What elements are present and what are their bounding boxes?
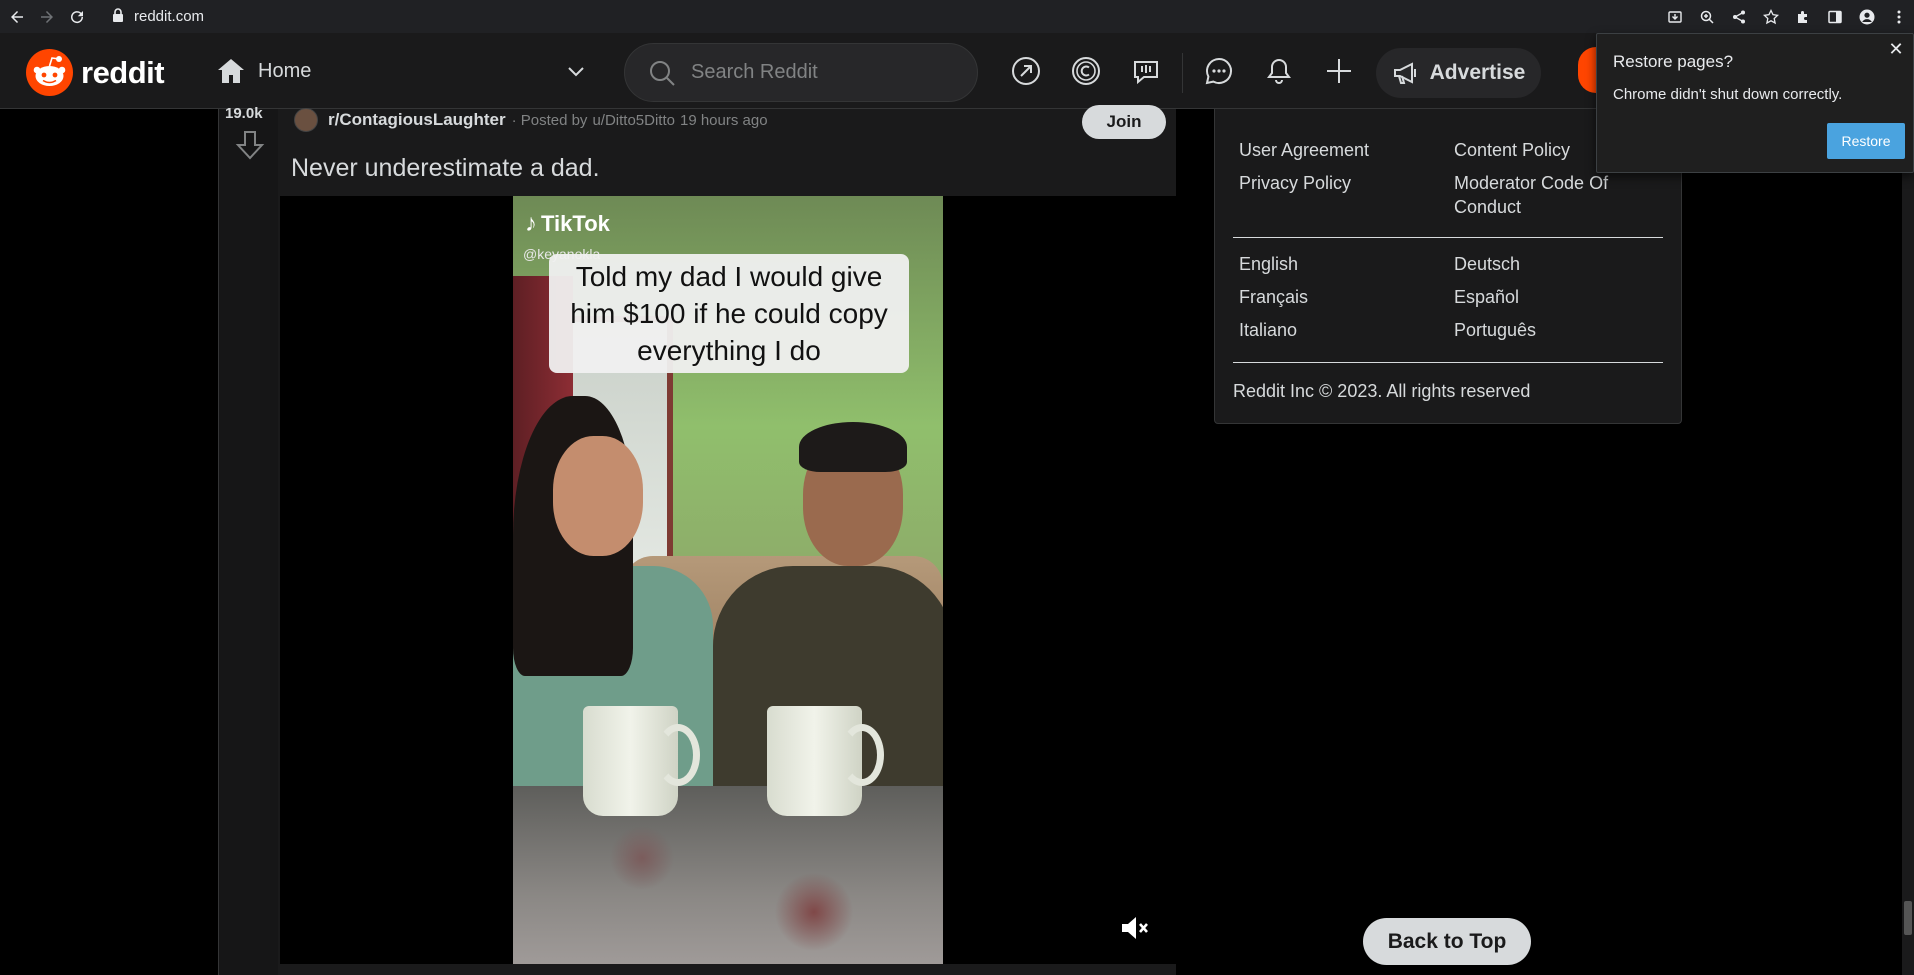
vote-column: 19.0k: [218, 105, 278, 975]
create-post-plus-icon[interactable]: [1321, 53, 1357, 89]
live-chat-icon[interactable]: [1128, 53, 1164, 89]
reload-icon[interactable]: [64, 4, 90, 30]
copyright-text: Reddit Inc © 2023. All rights reserved: [1233, 381, 1531, 401]
reddit-snoo-icon: [26, 49, 73, 96]
language-espanol[interactable]: Español: [1454, 285, 1669, 309]
browser-toolbar: reddit.com: [0, 0, 1914, 33]
user-agreement-link[interactable]: User Agreement: [1239, 138, 1454, 162]
search-icon: [650, 60, 675, 86]
restore-button[interactable]: Restore: [1827, 123, 1905, 159]
zoom-icon[interactable]: [1696, 6, 1718, 28]
language-links: English Deutsch Français Español Italian…: [1239, 252, 1669, 342]
back-icon[interactable]: [4, 4, 30, 30]
reddit-wordmark: reddit: [81, 54, 165, 90]
footer-divider: [1233, 362, 1663, 363]
side-panel-icon[interactable]: [1824, 6, 1846, 28]
join-button[interactable]: Join: [1082, 105, 1166, 139]
scrollbar-thumb[interactable]: [1904, 901, 1912, 935]
restore-title: Restore pages?: [1613, 52, 1734, 71]
advertise-button[interactable]: Advertise: [1376, 48, 1541, 98]
address-bar[interactable]: reddit.com: [112, 7, 205, 26]
back-to-top-button[interactable]: Back to Top: [1363, 918, 1531, 965]
menu-kebab-icon[interactable]: [1888, 6, 1910, 28]
bookmark-star-icon[interactable]: [1760, 6, 1782, 28]
install-icon[interactable]: [1664, 6, 1686, 28]
coins-icon[interactable]: [1068, 53, 1104, 89]
posted-by-label: · Posted by: [511, 111, 588, 129]
tiktok-watermark: ♪ TikTok: [525, 210, 610, 238]
post-meta: r/ContagiousLaughter · Posted by u/Ditto…: [294, 108, 768, 132]
chevron-down-icon: [568, 67, 584, 77]
video-mug-left: [583, 706, 700, 816]
video-mug-right: [767, 706, 884, 816]
url-text: reddit.com: [134, 8, 205, 25]
profile-icon[interactable]: [1856, 6, 1878, 28]
search-bar[interactable]: [624, 43, 978, 102]
video-player[interactable]: ♪ TikTok @keyanokla Told my dad I would …: [280, 196, 1176, 964]
video-table: [513, 786, 943, 964]
post-card[interactable]: r/ContagiousLaughter · Posted by u/Ditto…: [278, 105, 1176, 975]
reddit-logo[interactable]: reddit: [26, 49, 165, 96]
mute-icon[interactable]: [1118, 912, 1150, 944]
share-icon[interactable]: [1728, 6, 1750, 28]
extensions-icon[interactable]: [1792, 6, 1814, 28]
header-divider: [1182, 53, 1183, 93]
author-link[interactable]: u/Ditto5Ditto: [592, 112, 675, 129]
language-portugues[interactable]: Português: [1454, 318, 1669, 342]
tiktok-label: TikTok: [541, 211, 610, 236]
search-input[interactable]: [691, 61, 951, 84]
close-icon[interactable]: ✕: [1887, 40, 1905, 58]
community-selector[interactable]: Home: [216, 51, 586, 91]
language-italiano[interactable]: Italiano: [1239, 318, 1454, 342]
language-deutsch[interactable]: Deutsch: [1454, 252, 1669, 276]
video-person-girl-face: [553, 436, 643, 556]
chat-icon[interactable]: [1201, 53, 1237, 89]
home-icon: [218, 59, 244, 83]
forward-icon[interactable]: [34, 4, 60, 30]
footer-divider: [1233, 237, 1663, 238]
tiktok-icon: ♪: [525, 210, 537, 237]
moderator-code-link[interactable]: Moderator Code Of Conduct: [1454, 171, 1669, 219]
restore-message: Chrome didn't shut down correctly.: [1613, 86, 1843, 103]
page-scrollbar[interactable]: [1902, 109, 1914, 975]
post-time: 19 hours ago: [679, 111, 768, 129]
language-english[interactable]: English: [1239, 252, 1454, 276]
downvote-arrow-icon[interactable]: [235, 129, 265, 161]
community-selector-label: Home: [258, 59, 312, 82]
lock-icon: [112, 7, 124, 26]
vote-score: 19.0k: [225, 105, 263, 122]
video-frame[interactable]: ♪ TikTok @keyanokla Told my dad I would …: [513, 196, 943, 964]
post-title[interactable]: Never underestimate a dad.: [291, 154, 600, 183]
popular-icon[interactable]: [1008, 53, 1044, 89]
subreddit-link[interactable]: r/ContagiousLaughter: [328, 110, 506, 130]
advertise-label: Advertise: [1429, 61, 1526, 84]
subreddit-avatar[interactable]: [294, 108, 318, 132]
video-person-dad-hair: [799, 422, 907, 472]
notifications-bell-icon[interactable]: [1261, 53, 1297, 89]
restore-pages-popup: ✕ Restore pages? Chrome didn't shut down…: [1596, 33, 1914, 173]
megaphone-icon: [1393, 62, 1416, 84]
video-caption: Told my dad I would give him $100 if he …: [549, 254, 909, 373]
privacy-policy-link[interactable]: Privacy Policy: [1239, 171, 1454, 219]
language-francais[interactable]: Français: [1239, 285, 1454, 309]
